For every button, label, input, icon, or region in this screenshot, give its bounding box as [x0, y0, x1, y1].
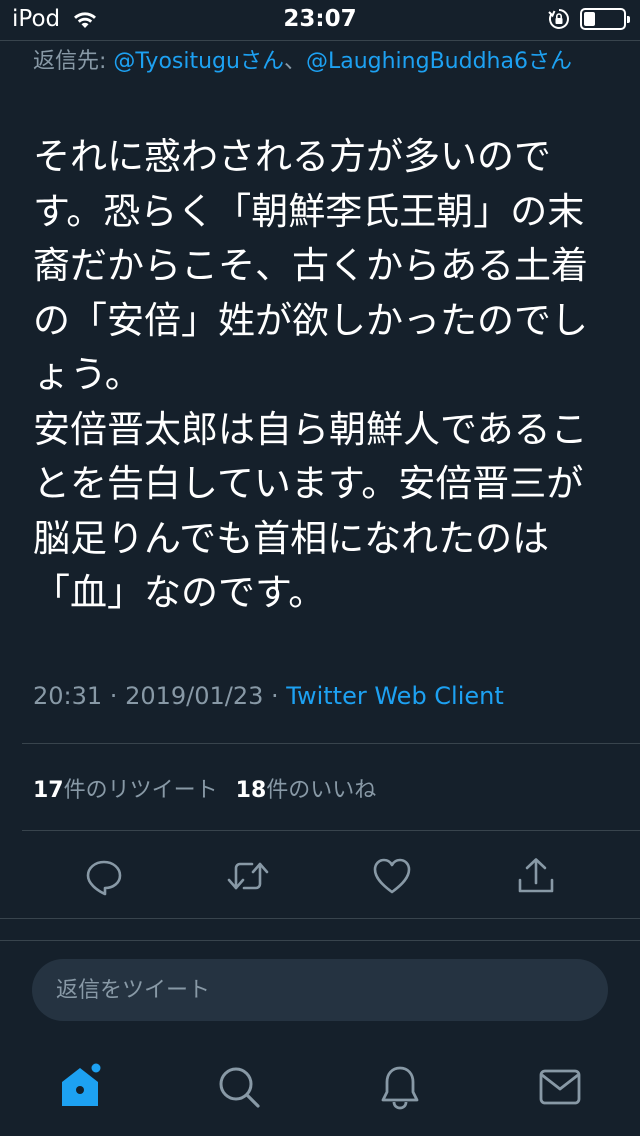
reply-to-label: 返信先:	[33, 49, 114, 74]
share-button[interactable]	[514, 854, 558, 898]
retweet-stat[interactable]: 17件のリツイート	[33, 772, 218, 804]
tweet-date: 2019/01/23	[125, 682, 264, 710]
share-icon	[518, 858, 554, 893]
status-bar: iPod 23:07	[0, 0, 640, 40]
tab-messages[interactable]	[535, 1062, 585, 1112]
top-divider	[0, 40, 640, 41]
divider-stats	[22, 830, 640, 831]
divider-actions	[0, 918, 640, 919]
reply-button[interactable]	[82, 854, 126, 898]
retweet-icon	[227, 862, 269, 890]
status-right	[548, 8, 630, 30]
tab-notifications[interactable]	[375, 1062, 425, 1112]
meta-dot-2: ·	[263, 682, 287, 710]
like-label: 件のいいね	[266, 778, 377, 803]
divider-reply-area	[0, 940, 640, 941]
tweet-stats: 17件のリツイート 18件のいいね	[33, 772, 394, 804]
like-button[interactable]	[370, 854, 414, 898]
tab-search[interactable]	[214, 1062, 264, 1112]
tab-home[interactable]	[56, 1062, 106, 1112]
tweet-time: 20:31	[33, 682, 103, 710]
like-count: 18	[235, 778, 267, 803]
tweet-client-link[interactable]: Twitter Web Client	[286, 682, 504, 710]
tweet-meta: 20:31 · 2019/01/23 · Twitter Web Client	[33, 682, 504, 710]
search-icon	[219, 1067, 260, 1108]
reply-tweet-input[interactable]	[32, 959, 608, 1021]
messages-icon	[539, 1069, 581, 1105]
orientation-lock-icon	[548, 9, 569, 29]
home-icon	[62, 1062, 103, 1106]
like-icon	[373, 858, 411, 894]
meta-dot-1: ·	[102, 682, 126, 710]
mention-link-1[interactable]: @Tyosituguさん	[113, 49, 284, 74]
retweet-button[interactable]	[226, 854, 270, 898]
battery-fill	[584, 12, 595, 26]
mention-link-2[interactable]: @LaughingBuddha6さん	[306, 49, 572, 74]
retweet-count: 17	[33, 778, 64, 803]
like-stat[interactable]: 18件のいいね	[236, 772, 377, 804]
mention-separator: 、	[283, 49, 306, 74]
retweet-label: 件のリツイート	[63, 778, 218, 803]
status-time: 23:07	[283, 6, 357, 32]
reply-icon	[86, 860, 122, 896]
notifications-icon	[381, 1066, 419, 1110]
reply-to-line: 返信先: @Tyosituguさん、@LaughingBuddha6さん	[33, 46, 613, 78]
battery-icon	[580, 8, 630, 30]
tweet-text: それに惑わされる方が多いのです。恐らく「朝鮮李氏王朝」の末裔だからこそ、古くから…	[33, 135, 588, 614]
divider-meta	[22, 743, 640, 744]
